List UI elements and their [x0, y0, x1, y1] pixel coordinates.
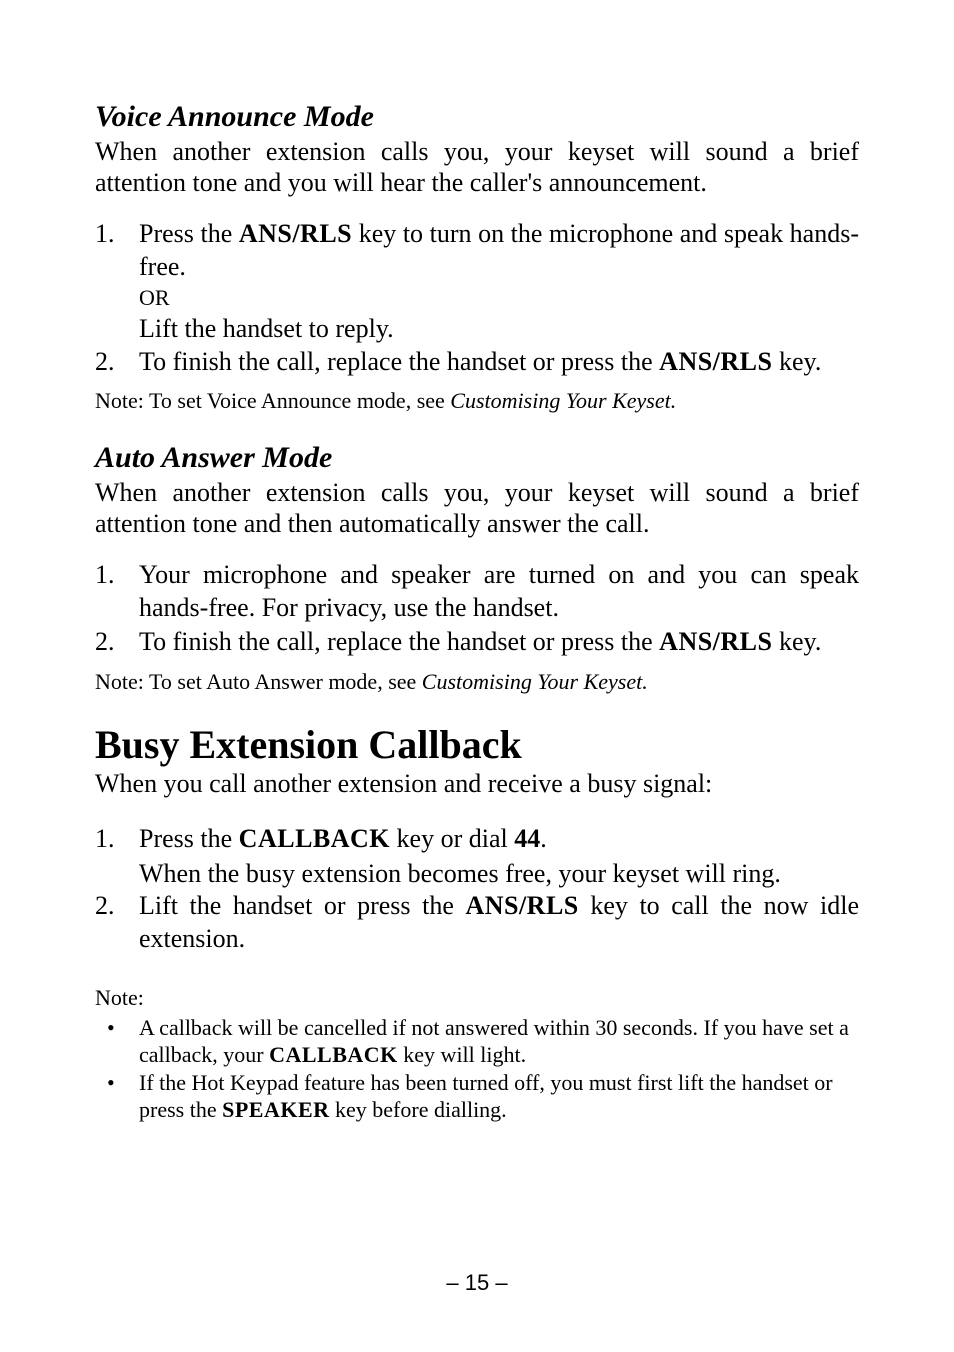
list-number: 2. — [95, 346, 139, 379]
key-name: ANS/RLS — [659, 347, 772, 376]
note-voice-announce: Note: To set Voice Announce mode, see Cu… — [95, 388, 859, 414]
lift-text: Lift the handset to reply. — [139, 313, 859, 346]
list-item: 1. Press the ANS/RLS key to turn on the … — [95, 218, 859, 283]
bullet-icon: • — [95, 1014, 139, 1069]
list-number: 1. — [95, 559, 139, 624]
list-item: 2. To finish the call, replace the hands… — [95, 346, 859, 379]
list-voice-announce: 1. Press the ANS/RLS key to turn on the … — [95, 218, 859, 378]
text: key. — [773, 627, 822, 656]
list-content: Your microphone and speaker are turned o… — [139, 559, 859, 624]
list-item: 1. Press the CALLBACK key or dial 44. — [95, 823, 859, 856]
list-item: 1. Your microphone and speaker are turne… — [95, 559, 859, 624]
intro-voice-announce: When another extension calls you, your k… — [95, 136, 859, 198]
heading-voice-announce: Voice Announce Mode — [95, 100, 859, 134]
list-auto-answer: 1. Your microphone and speaker are turne… — [95, 559, 859, 659]
bullet-icon: • — [95, 1069, 139, 1124]
text: Press the — [139, 824, 239, 853]
text: To finish the call, replace the handset … — [139, 347, 659, 376]
note-em: Customising Your Keyset. — [450, 388, 676, 413]
note-auto-answer: Note: To set Auto Answer mode, see Custo… — [95, 669, 859, 695]
text: Press the — [139, 219, 239, 248]
key-name: CALLBACK — [269, 1042, 398, 1067]
list-number: 2. — [95, 626, 139, 659]
key-name: CALLBACK — [239, 824, 390, 853]
list-number: 1. — [95, 823, 139, 856]
list-content: Press the ANS/RLS key to turn on the mic… — [139, 218, 859, 283]
text: To finish the call, replace the handset … — [139, 627, 659, 656]
text: key or dial — [390, 824, 514, 853]
list-number: 1. — [95, 218, 139, 283]
text: . — [540, 824, 547, 853]
bold-num: 44 — [514, 824, 540, 853]
text: key before dialling. — [330, 1097, 507, 1122]
list-content: To finish the call, replace the handset … — [139, 346, 859, 379]
key-name: ANS/RLS — [659, 627, 772, 656]
list-content: To finish the call, replace the handset … — [139, 626, 859, 659]
list-number: 2. — [95, 890, 139, 955]
intro-auto-answer: When another extension calls you, your k… — [95, 477, 859, 539]
sub-line: When the busy extension becomes free, yo… — [139, 858, 859, 891]
text: key will light. — [398, 1042, 526, 1067]
intro-busy-callback: When you call another extension and rece… — [95, 768, 859, 799]
text: key. — [773, 347, 822, 376]
bullet-item: • A callback will be cancelled if not an… — [95, 1014, 859, 1069]
heading-auto-answer: Auto Answer Mode — [95, 441, 859, 475]
heading-busy-callback: Busy Extension Callback — [95, 721, 859, 768]
bullet-item: • If the Hot Keypad feature has been tur… — [95, 1069, 859, 1124]
list-item: 2. Lift the handset or press the ANS/RLS… — [95, 890, 859, 955]
note-pre: Note: To set Voice Announce mode, see — [95, 388, 450, 413]
list-busy-callback: 1. Press the CALLBACK key or dial 44. Wh… — [95, 823, 859, 955]
list-item: 2. To finish the call, replace the hands… — [95, 626, 859, 659]
bullet-list: • A callback will be cancelled if not an… — [95, 1014, 859, 1124]
or-text: OR — [139, 285, 859, 311]
list-content: Press the CALLBACK key or dial 44. — [139, 823, 859, 856]
list-content: Lift the handset or press the ANS/RLS ke… — [139, 890, 859, 955]
note-em: Customising Your Keyset. — [422, 669, 648, 694]
text: Lift the handset or press the — [139, 891, 465, 920]
bullet-content: A callback will be cancelled if not answ… — [139, 1014, 859, 1069]
note-label: Note: — [95, 985, 859, 1011]
key-name: ANS/RLS — [239, 219, 352, 248]
key-name: ANS/RLS — [465, 891, 578, 920]
note-pre: Note: To set Auto Answer mode, see — [95, 669, 422, 694]
page-number: – 15 – — [0, 1270, 954, 1296]
bullet-content: If the Hot Keypad feature has been turne… — [139, 1069, 859, 1124]
key-name: SPEAKER — [222, 1097, 329, 1122]
